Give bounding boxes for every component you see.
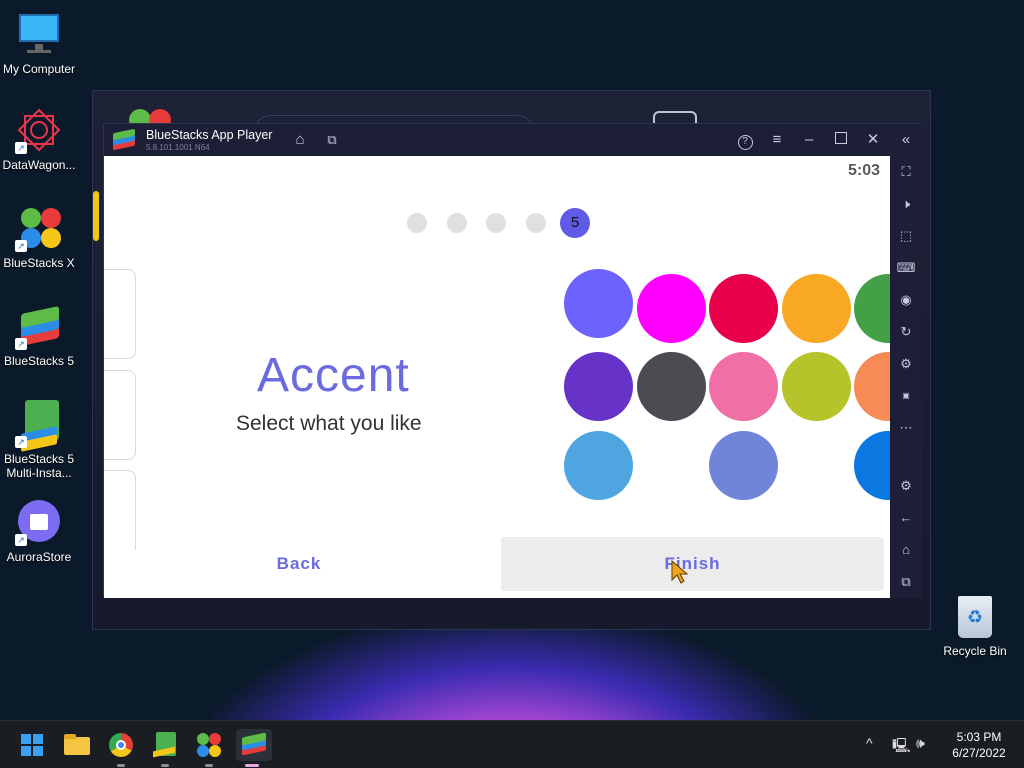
desktop-icon-label: BlueStacks X [3,256,75,270]
desktop-icon-label: AuroraStore [6,550,72,564]
desktop-icon-datawagon[interactable]: ↗ DataWagon... [0,106,81,172]
monitor-icon [15,10,63,58]
bluestacks-icon: ↗ [15,302,63,350]
card-edge [104,370,136,460]
card-edge [104,470,136,550]
gamepad-icon[interactable]: ⚙ [896,354,916,374]
shortcut-arrow-icon: ↗ [15,338,27,350]
desktop-icon-recycle-bin[interactable]: ♻ Recycle Bin [940,596,1010,658]
step-dot [407,213,427,233]
fullscreen-icon[interactable]: ⛶ [896,162,916,182]
title-bar: BlueStacks App Player 5.8.101.1001 N64 ⌂… [104,124,922,156]
desktop-icon-label: BlueStacks 5 Multi-Insta... [3,452,75,480]
maximize-icon[interactable] [831,130,851,150]
desktop-icon-label: DataWagon... [2,158,76,172]
step-dot [447,213,467,233]
page-subtitle: Select what you like [236,412,422,435]
bluestacks-logo-icon [113,128,135,151]
taskbar: ^ 🖳 🕪 5:03 PM 6/27/2022 [0,720,1024,768]
recents-icon[interactable]: ⧉ [896,572,916,592]
background-accent-bar [93,191,99,241]
pointer-icon[interactable]: ⬚ [896,226,916,246]
settings-icon[interactable]: ⚙ [896,476,916,496]
finish-button-label: Finish [664,554,721,573]
mouse-cursor-icon [671,560,689,584]
back-button[interactable]: Back [244,554,354,574]
bluestacks-x-icon: ↗ [15,204,63,252]
taskbar-time: 5:03 PM [956,730,1002,744]
bluestacks-x-icon[interactable] [193,729,225,767]
rotate-icon[interactable]: ↻ [896,322,916,342]
start-icon[interactable] [16,729,48,761]
app-player-window: BlueStacks App Player 5.8.101.1001 N64 ⌂… [103,123,922,598]
step-dot [526,213,546,233]
datawagon-icon: ↗ [15,106,63,154]
shortcut-arrow-icon: ↗ [15,142,27,154]
step-indicator: 5 [407,208,597,238]
more-icon[interactable]: ⋯ [896,418,916,438]
desktop-icon-label: My Computer [2,62,76,76]
step-dot [486,213,506,233]
desktop-icon-bluestacks-5[interactable]: ↗ BlueStacks 5 [0,302,81,368]
collapse-sidebar-icon[interactable]: « [896,130,916,150]
record-icon[interactable]: ◉ [896,290,916,310]
keyboard-icon[interactable]: ⌨ [896,258,916,278]
android-screen: 5:03 5 Accent Select what you like Back … [104,156,890,598]
page-title: Accent [257,349,410,402]
color-swatch[interactable] [709,352,778,421]
shortcut-arrow-icon: ↗ [15,240,27,252]
bluestacks-multi-instance-icon: ↗ [15,400,63,452]
step-dot-active: 5 [560,208,590,238]
taskbar-clock[interactable]: 5:03 PM 6/27/2022 [944,729,1014,761]
color-swatch[interactable] [564,269,633,338]
apk-icon[interactable]: ▣ [896,386,916,406]
home-icon[interactable]: ⌂ [290,130,310,150]
menu-icon[interactable]: ≡ [767,130,787,150]
file-explorer-icon[interactable] [61,729,93,761]
color-swatch[interactable] [782,274,851,343]
color-swatch[interactable] [637,274,706,343]
shortcut-arrow-icon: ↗ [15,436,27,448]
aurora-store-icon: ↗ [15,498,63,546]
color-swatch[interactable] [709,274,778,343]
volume-icon[interactable]: 🕨 [896,194,916,214]
color-swatch[interactable] [637,352,706,421]
close-icon[interactable]: ✕ [863,130,883,150]
shortcut-arrow-icon: ↗ [15,534,27,546]
color-swatch[interactable] [854,431,890,500]
window-title: BlueStacks App Player [146,128,273,142]
bluestacks-icon[interactable] [236,729,272,767]
window-version: 5.8.101.1001 N64 [146,143,210,152]
minimize-icon[interactable]: – [799,130,819,150]
recycle-bin-icon: ♻ [958,596,992,638]
desktop-icon-my-computer[interactable]: My Computer [0,10,81,76]
taskbar-date: 6/27/2022 [952,746,1006,760]
multi-instance-icon[interactable]: ⧉ [322,130,342,150]
chevron-up-icon[interactable]: ^ [866,735,873,751]
color-swatch[interactable] [564,352,633,421]
right-sidebar: ⛶ 🕨 ⬚ ⌨ ◉ ↻ ⚙ ▣ ⋯ ⚙ ← ⌂ ⧉ [890,156,922,598]
desktop-icon-bluestacks-multi[interactable]: ↗ BlueStacks 5 Multi-Insta... [0,400,81,480]
desktop-icon-aurora-store[interactable]: ↗ AuroraStore [0,498,81,564]
network-icon[interactable]: 🖳 [892,735,911,759]
bluestacks-multi-icon[interactable] [149,729,181,767]
volume-icon[interactable]: 🕪 [916,735,925,752]
back-icon[interactable]: ← [896,508,916,528]
color-swatch[interactable] [854,352,890,421]
home-icon[interactable]: ⌂ [896,540,916,560]
color-swatch[interactable] [854,274,890,343]
desktop-icon-label: Recycle Bin [943,644,1007,658]
color-swatch[interactable] [709,431,778,500]
status-clock: 5:03 [847,162,880,179]
help-icon[interactable]: ? [735,130,755,150]
chrome-icon[interactable] [105,729,137,767]
desktop-icon-label: BlueStacks 5 [3,354,75,368]
color-swatch[interactable] [564,431,633,500]
card-edge [104,269,136,359]
color-swatch[interactable] [782,352,851,421]
desktop-icon-bluestacks-x[interactable]: ↗ BlueStacks X [0,204,81,270]
finish-button[interactable]: Finish [501,537,884,591]
